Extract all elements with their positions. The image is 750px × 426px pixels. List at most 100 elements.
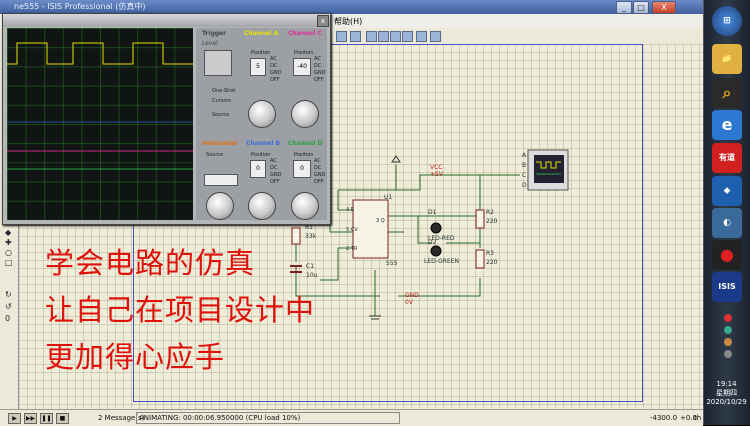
scope-pin-a: A xyxy=(522,152,527,159)
youdao-icon[interactable]: 有道 xyxy=(712,143,742,173)
d1-label: D1 xyxy=(428,209,437,216)
clock-weekday: 星期四 xyxy=(716,389,737,397)
u1-label: U1 xyxy=(384,194,393,201)
position-b-value[interactable]: 0 xyxy=(250,160,266,178)
isis-icon[interactable]: ISIS xyxy=(712,272,742,302)
step-button[interactable]: ▶▶ xyxy=(24,413,37,424)
oscilloscope-screen xyxy=(7,28,193,220)
timebase-selector[interactable] xyxy=(204,174,238,186)
position-b-label: Position xyxy=(251,152,271,158)
coupling-gnd[interactable]: GND xyxy=(314,172,325,178)
gnd-value: 0V xyxy=(405,299,413,306)
windows-taskbar: ⊞ 📁 ⌕ e 有道 ⬥ ◐ ● ISIS xyxy=(703,0,750,425)
scope-pin-d: D xyxy=(522,182,527,189)
trace-channel-a xyxy=(7,42,193,65)
cursor-x: -4300.0 xyxy=(650,414,678,422)
trigger-level-box[interactable] xyxy=(204,50,232,76)
oscilloscope-traces xyxy=(7,42,193,170)
level-label: Level xyxy=(202,40,218,47)
coupling-off[interactable]: OFF xyxy=(270,77,280,83)
clock-date: 2020/10/29 xyxy=(706,398,747,406)
animation-status: ANIMATING: 00:00:06.950000 (CPU load 10%… xyxy=(136,412,400,424)
channel-a-volts-knob[interactable] xyxy=(248,100,276,128)
r2-value: 220 xyxy=(486,218,498,225)
horizontal-label: Horizontal xyxy=(202,140,238,147)
search-icon[interactable]: ⌕ xyxy=(712,78,742,108)
r3-value: 220 xyxy=(486,259,498,266)
pause-button[interactable]: ❚❚ xyxy=(40,413,53,424)
coupling-dc[interactable]: DC xyxy=(270,63,277,69)
coupling-off[interactable]: OFF xyxy=(314,77,324,83)
vcc-label: VCC xyxy=(430,164,443,171)
taskbar-clock[interactable]: 19:14 星期四 2020/10/29 xyxy=(703,380,750,407)
r3-label: R3 xyxy=(486,250,494,257)
coupling-off[interactable]: OFF xyxy=(314,179,324,185)
coupling-dc[interactable]: DC xyxy=(270,165,277,171)
caption-line-1: 学会电路的仿真 xyxy=(45,246,256,280)
gnd-label: GND xyxy=(405,292,419,299)
shield-icon[interactable]: ⬥ xyxy=(712,176,742,206)
pin-label: 5 CV xyxy=(346,227,358,233)
c1-label: C1 xyxy=(306,263,315,270)
channel-b-label: Channel B xyxy=(246,140,281,147)
trigger-label: Trigger xyxy=(202,30,227,37)
r1-label: R1 xyxy=(305,224,313,231)
oscilloscope-title-bar[interactable]: x xyxy=(3,14,330,27)
source-label-2: Source xyxy=(206,152,224,158)
pin-label: 4 R xyxy=(346,207,355,213)
source-label: Source xyxy=(212,112,230,118)
r2-label: R2 xyxy=(486,209,494,216)
position-c-label: Position xyxy=(294,50,314,56)
timebase-knob[interactable] xyxy=(206,192,234,220)
c1-value: 10u xyxy=(306,272,318,279)
position-a-value[interactable]: 5 xyxy=(250,58,266,76)
position-c-value[interactable]: -40 xyxy=(293,58,311,76)
channel-c-volts-knob[interactable] xyxy=(291,100,319,128)
vcc-value: +5V xyxy=(430,171,443,178)
coupling-ac[interactable]: AC xyxy=(314,158,321,164)
windows-start-icon[interactable]: ⊞ xyxy=(712,6,742,36)
scope-pin-c: C xyxy=(522,172,527,179)
coupling-ac[interactable]: AC xyxy=(314,56,321,62)
position-a-label: Position xyxy=(251,50,271,56)
clock-time: 19:14 xyxy=(716,380,737,388)
coord-unit: th xyxy=(694,414,702,422)
channel-a-label: Channel A xyxy=(244,30,279,37)
caption-line-3: 更加得心应手 xyxy=(45,340,226,374)
status-bar: ▶ ▶▶ ❚❚ ■ 2 Message(s) ANIMATING: 00:00:… xyxy=(0,409,703,426)
position-d-value[interactable]: 0 xyxy=(293,160,311,178)
ie-icon[interactable]: e xyxy=(712,110,742,140)
pin-label: 2 TR xyxy=(346,246,358,252)
u1-555-chip xyxy=(352,199,389,259)
stop-button[interactable]: ■ xyxy=(56,413,69,424)
app-icon[interactable]: ◐ xyxy=(712,208,742,238)
channel-b-volts-knob[interactable] xyxy=(248,192,276,220)
d2-label: D2 xyxy=(428,239,437,246)
oscilloscope-controls: Channel A Channel C Trigger Level Positi… xyxy=(196,28,327,220)
play-button[interactable]: ▶ xyxy=(8,413,21,424)
one-shot-label[interactable]: One-Shot xyxy=(212,88,235,94)
folder-icon[interactable]: 📁 xyxy=(712,44,742,74)
coupling-dc[interactable]: DC xyxy=(314,165,321,171)
u1-part: 555 xyxy=(386,260,398,267)
caption-line-2: 让自己在项目设计中 xyxy=(45,293,316,327)
coupling-off[interactable]: OFF xyxy=(270,179,280,185)
coupling-ac[interactable]: AC xyxy=(270,158,277,164)
record-icon[interactable]: ● xyxy=(712,240,742,270)
d2-value: LED-GREEN xyxy=(424,258,460,265)
tray-icons[interactable] xyxy=(714,312,742,372)
coupling-gnd[interactable]: GND xyxy=(270,172,281,178)
channel-d-volts-knob[interactable] xyxy=(291,192,319,220)
cursors-label[interactable]: Cursors xyxy=(212,98,231,104)
scope-pin-b: B xyxy=(522,162,527,169)
oscilloscope-close-icon[interactable]: x xyxy=(317,15,329,27)
r1-value: 33k xyxy=(305,233,317,240)
coupling-gnd[interactable]: GND xyxy=(314,70,325,76)
coupling-ac[interactable]: AC xyxy=(270,56,277,62)
oscilloscope-window[interactable]: x Channel A Channel C Trigger Level Posi… xyxy=(2,13,331,225)
coupling-dc[interactable]: DC xyxy=(314,63,321,69)
pin-label: 3 Q xyxy=(376,218,385,224)
channel-c-label: Channel C xyxy=(288,30,322,37)
coupling-gnd[interactable]: GND xyxy=(270,70,281,76)
channel-d-label: Channel D xyxy=(288,140,323,147)
